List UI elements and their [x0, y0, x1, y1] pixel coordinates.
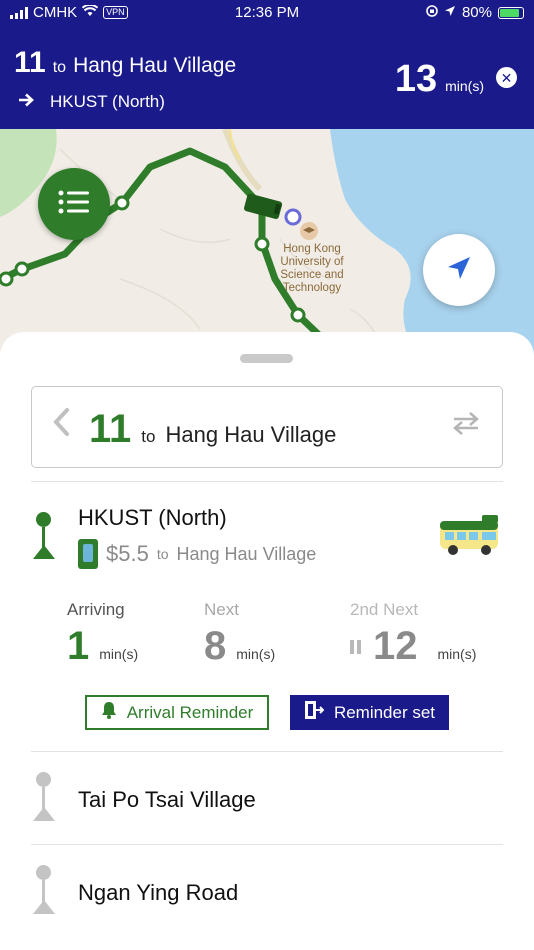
minibus-icon: [438, 515, 502, 562]
poi-line-4: Technology: [282, 282, 342, 294]
eta-arriving-value: 1 min(s): [67, 624, 138, 669]
eta-second-next-unit: min(s): [437, 646, 477, 662]
arrival-reminder-button[interactable]: Arrival Reminder: [85, 695, 269, 730]
fare-row: $5.5 to Hang Hau Village: [78, 539, 316, 569]
navigation-arrow-icon: [446, 255, 472, 286]
eta-arriving-number: 1: [67, 624, 90, 668]
divider: [31, 481, 503, 482]
lock-rotation-icon: [426, 4, 438, 21]
status-bar: CMHK VPN 12:36 PM 80%: [0, 0, 534, 28]
arrow-right-icon: [18, 90, 34, 113]
poi-line-2: University of: [280, 256, 344, 268]
locate-me-button[interactable]: [423, 234, 495, 306]
eta-second-next: 2nd Next 12 min(s): [350, 600, 476, 669]
swap-direction-icon[interactable]: [452, 411, 480, 440]
list-icon: [58, 189, 90, 220]
map-poi-label: Hong Kong University of Science and Tech…: [272, 243, 352, 295]
header-route-number: 11: [14, 46, 46, 79]
stop-pin-icon: [32, 865, 56, 914]
top-header: CMHK VPN 12:36 PM 80% 11 to Hang Hau Vil…: [0, 0, 534, 129]
eta-next-value: 8 min(s): [204, 624, 275, 669]
chevron-left-icon[interactable]: [52, 407, 70, 443]
route-selector-destination: Hang Hau Village: [165, 422, 337, 447]
divider: [31, 751, 503, 752]
eta-arriving-label: Arriving: [67, 600, 125, 619]
header-eta-value: 13: [394, 58, 438, 100]
status-right: 80%: [426, 4, 524, 21]
eta-arriving: Arriving 1 min(s): [67, 600, 138, 669]
eta-next-label: Next: [204, 600, 239, 619]
eta-arriving-unit: min(s): [99, 646, 139, 662]
header-eta-unit: min(s): [445, 78, 484, 94]
battery-icon: [498, 6, 524, 19]
header-stop-line: HKUST (North): [18, 90, 165, 113]
battery-percent: 80%: [461, 4, 492, 21]
route-selector-number: 11: [89, 407, 132, 451]
header-current-stop: HKUST (North): [50, 91, 165, 111]
sheet-drag-handle[interactable]: [240, 354, 293, 363]
eta-second-next-number: 12: [373, 624, 418, 668]
eta-second-next-value: 12 min(s): [350, 624, 476, 669]
stop-list-item[interactable]: Ngan Ying Road: [78, 880, 238, 906]
header-route-title: 11 to Hang Hau Village: [14, 46, 236, 80]
route-selector: 11 to Hang Hau Village: [31, 386, 503, 468]
eta-next: Next 8 min(s): [204, 600, 275, 669]
reminder-set-button[interactable]: Reminder set: [290, 695, 449, 730]
fare-price: $5.5: [106, 541, 149, 566]
arrival-reminder-label: Arrival Reminder: [126, 702, 254, 722]
fare-destination: Hang Hau Village: [176, 543, 317, 564]
stop-list-button[interactable]: [38, 168, 110, 240]
location-services-icon: [444, 4, 456, 21]
bell-icon: [101, 701, 117, 724]
poi-line-3: Science and: [280, 269, 344, 281]
eta-next-number: 8: [204, 624, 227, 668]
octopus-card-icon: [78, 539, 98, 569]
stop-pin-icon: [32, 772, 56, 821]
exit-door-icon: [304, 700, 325, 725]
header-destination: Hang Hau Village: [73, 54, 237, 77]
current-stop-pin-icon: [32, 512, 56, 559]
eta-second-next-label: 2nd Next: [350, 600, 419, 619]
poi-line-1: Hong Kong: [283, 243, 341, 255]
reminder-set-label: Reminder set: [333, 702, 436, 722]
stop-list-item[interactable]: Tai Po Tsai Village: [78, 787, 256, 813]
divider: [31, 844, 503, 845]
route-selector-to: to: [141, 427, 156, 446]
fare-to-label: to: [156, 546, 169, 562]
pause-icon: [350, 639, 361, 654]
close-icon[interactable]: ✕: [496, 67, 517, 88]
route-selector-title: 11 to Hang Hau Village: [89, 407, 336, 452]
header-to-label: to: [52, 59, 67, 76]
header-eta: 13 min(s): [395, 58, 484, 101]
bottom-sheet: 11 to Hang Hau Village HKUST (North) $5.…: [0, 332, 534, 950]
eta-next-unit: min(s): [236, 646, 276, 662]
current-stop-name[interactable]: HKUST (North): [78, 505, 227, 531]
